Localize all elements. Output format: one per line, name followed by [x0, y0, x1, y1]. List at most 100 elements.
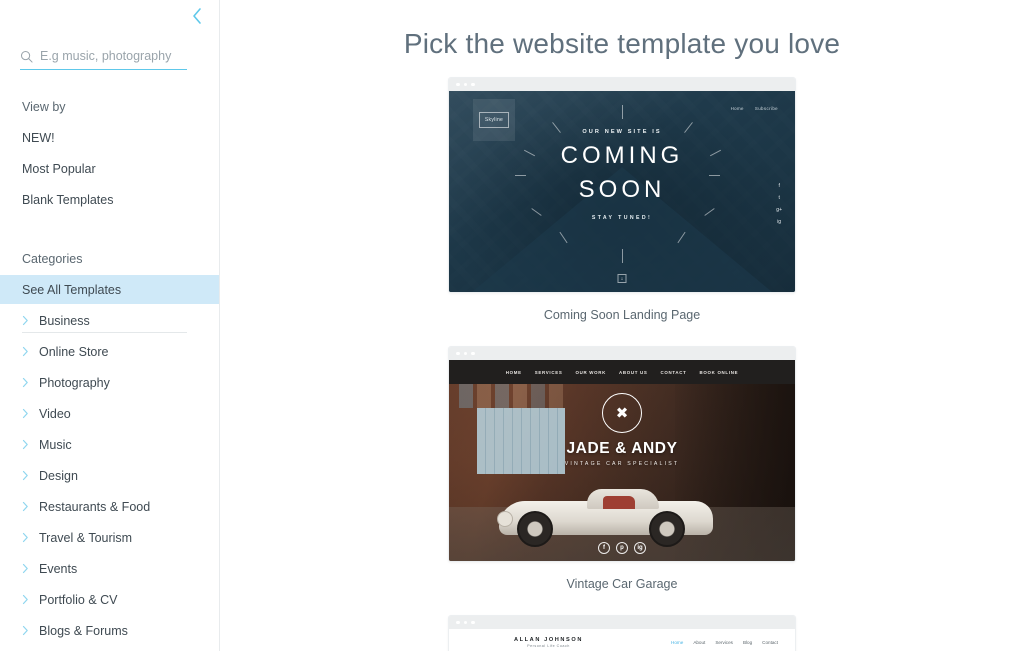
template-preview[interactable]: HOME SERVICES OUR WORK ABOUT US CONTACT …	[448, 346, 796, 562]
sidebar-item-label: See All Templates	[22, 282, 122, 297]
preview-body: ALLAN JOHNSON Personal Life Coach Home A…	[449, 629, 795, 651]
chrome-dot	[463, 620, 467, 625]
preview-nav-item: About	[693, 640, 706, 645]
browser-chrome	[449, 616, 795, 629]
preview-nav-item: Blog	[742, 640, 753, 645]
sidebar-item-label: Events	[39, 562, 78, 576]
chevron-right-icon	[22, 377, 28, 388]
sidebar: View by NEW! Most Popular Blank Template…	[0, 0, 220, 651]
collapse-sidebar-button[interactable]	[185, 4, 209, 28]
sidebar-item-new[interactable]: NEW!	[0, 131, 219, 145]
template-preview[interactable]: ALLAN JOHNSON Personal Life Coach Home A…	[448, 615, 796, 651]
facebook-icon: f	[598, 542, 610, 554]
preview-social-links: f p ig	[598, 542, 646, 554]
chevron-right-icon	[22, 439, 28, 450]
preview-nav: Home About Services Blog Contact	[671, 640, 778, 645]
sidebar-item-blank-templates[interactable]: Blank Templates	[0, 193, 219, 207]
preview-nav-item: CONTACT	[660, 369, 687, 375]
preview-headline-2: SOON	[578, 176, 666, 203]
preview-subline: STAY TUNED!	[591, 215, 653, 221]
preview-brand-sub: Personal Life Coach	[527, 644, 570, 649]
template-card-coming-soon[interactable]: Skyline Home Subscribe OUR NEW SITE IS C…	[448, 77, 796, 346]
instagram-icon: ig	[634, 542, 646, 554]
preview-hero: OUR NEW SITE IS COMING SOON STAY TUNED!	[449, 129, 795, 221]
chrome-dot	[456, 620, 460, 625]
sidebar-item-design[interactable]: Design	[0, 469, 219, 483]
preview-headline: JADE & ANDY	[566, 440, 678, 457]
chrome-dot	[471, 351, 475, 356]
chevron-left-icon	[192, 8, 201, 24]
sidebar-item-events[interactable]: Events	[0, 562, 219, 576]
chrome-dot	[456, 82, 460, 87]
sidebar-item-label: Design	[39, 469, 78, 483]
crossed-wrenches-icon: ✖	[602, 393, 642, 433]
chrome-dot	[463, 351, 467, 356]
sidebar-item-portfolio-cv[interactable]: Portfolio & CV	[0, 593, 219, 607]
browser-chrome	[449, 78, 795, 91]
sidebar-item-business[interactable]: Business	[0, 314, 219, 328]
template-card-vintage-car-garage[interactable]: HOME SERVICES OUR WORK ABOUT US CONTACT …	[448, 346, 796, 615]
preview-body: HOME SERVICES OUR WORK ABOUT US CONTACT …	[449, 360, 795, 561]
sidebar-item-label: Music	[39, 438, 72, 452]
sidebar-item-label: Travel & Tourism	[39, 531, 133, 545]
sidebar-item-most-popular[interactable]: Most Popular	[0, 162, 219, 176]
preview-body: Skyline Home Subscribe OUR NEW SITE IS C…	[449, 91, 795, 292]
sidebar-item-label: Online Store	[39, 345, 109, 359]
chevron-right-icon	[22, 563, 28, 574]
sidebar-item-travel-tourism[interactable]: Travel & Tourism	[0, 531, 219, 545]
view-by-label: View by	[22, 100, 66, 114]
chevron-right-icon	[22, 408, 28, 419]
twitter-icon: t	[778, 195, 780, 201]
sidebar-item-label: NEW!	[22, 131, 55, 145]
chrome-dot	[471, 620, 475, 625]
search-box[interactable]	[20, 48, 187, 70]
sidebar-item-label: Photography	[39, 376, 110, 390]
chevron-right-icon	[22, 532, 28, 543]
sidebar-item-see-all-templates[interactable]: See All Templates	[0, 275, 219, 304]
sidebar-item-label: Restaurants & Food	[39, 500, 151, 514]
preview-nav-item: OUR WORK	[575, 369, 606, 375]
template-card-success-coach[interactable]: ALLAN JOHNSON Personal Life Coach Home A…	[448, 615, 796, 651]
chrome-dot	[463, 82, 467, 87]
chevron-right-icon	[22, 346, 28, 357]
preview-nav-item: BOOK ONLINE	[699, 369, 739, 375]
preview-header: ALLAN JOHNSON Personal Life Coach Home A…	[449, 629, 795, 651]
template-preview[interactable]: Skyline Home Subscribe OUR NEW SITE IS C…	[448, 77, 796, 293]
search-icon	[20, 50, 33, 63]
sidebar-item-blogs-forums[interactable]: Blogs & Forums	[0, 624, 219, 638]
browser-chrome	[449, 347, 795, 360]
sidebar-item-photography[interactable]: Photography	[0, 376, 219, 390]
googleplus-icon: g+	[776, 207, 782, 213]
search-input[interactable]	[40, 48, 180, 64]
sidebar-item-label: Portfolio & CV	[39, 593, 118, 607]
sidebar-item-label: Video	[39, 407, 71, 421]
preview-nav: Home Subscribe	[731, 106, 778, 111]
chevron-right-icon	[22, 315, 28, 326]
chevron-right-icon	[22, 470, 28, 481]
facebook-icon: f	[778, 183, 780, 189]
chevron-right-icon	[22, 594, 28, 605]
preview-brand-name: ALLAN JOHNSON	[514, 636, 583, 643]
sidebar-item-music[interactable]: Music	[0, 438, 219, 452]
preview-nav-item: Home	[671, 640, 684, 645]
preview-nav: HOME SERVICES OUR WORK ABOUT US CONTACT …	[449, 360, 795, 384]
preview-nav-item: Subscribe	[754, 106, 778, 111]
preview-nav-item: SERVICES	[534, 369, 563, 375]
pinterest-icon: p	[616, 542, 628, 554]
preview-nav-item: Home	[730, 106, 744, 111]
preview-brand: ALLAN JOHNSON Personal Life Coach	[514, 637, 583, 649]
chevron-right-icon	[22, 625, 28, 636]
preview-car-illustration	[491, 477, 721, 549]
instagram-icon: ig	[777, 219, 782, 225]
view-by-group: View by NEW! Most Popular Blank Template…	[0, 100, 219, 333]
sidebar-item-label: Business	[39, 314, 90, 328]
preview-logo-text: Skyline	[478, 112, 510, 128]
sidebar-item-label: Most Popular	[22, 162, 96, 176]
sidebar-item-video[interactable]: Video	[0, 407, 219, 421]
preview-nav-item: Services	[715, 640, 733, 645]
sidebar-item-restaurants-food[interactable]: Restaurants & Food	[0, 500, 219, 514]
sidebar-item-online-store[interactable]: Online Store	[0, 345, 219, 359]
chrome-dot	[471, 82, 475, 87]
preview-headline-1: COMING	[560, 142, 684, 169]
categories-group: Categories See All Templates Business On…	[0, 252, 219, 651]
